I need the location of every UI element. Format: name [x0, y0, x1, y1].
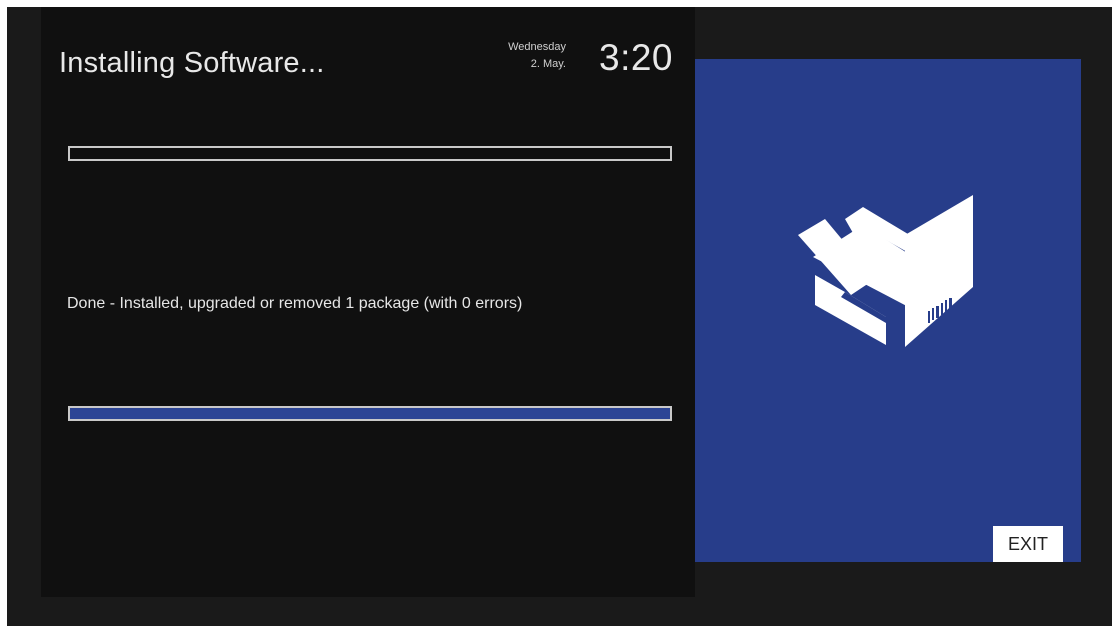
clock-day: 2. May.: [530, 58, 566, 70]
clock-time: 3:20: [599, 37, 674, 78]
clock-weekday: Wednesday: [508, 41, 566, 53]
overall-progress-bar: [68, 146, 672, 161]
screen: Installing Software... Wednesday 2. May.…: [7, 7, 1112, 626]
package-progress-fill: [70, 408, 670, 419]
status-message: Done - Installed, upgraded or removed 1 …: [67, 295, 523, 312]
page-title: Installing Software...: [59, 47, 325, 79]
info-panel: EXIT: [695, 59, 1081, 562]
package-progress-bar: [68, 406, 672, 421]
exit-button[interactable]: EXIT: [993, 526, 1063, 562]
clock-date: Wednesday 2. May.: [446, 39, 566, 73]
package-box-icon: [798, 195, 973, 347]
